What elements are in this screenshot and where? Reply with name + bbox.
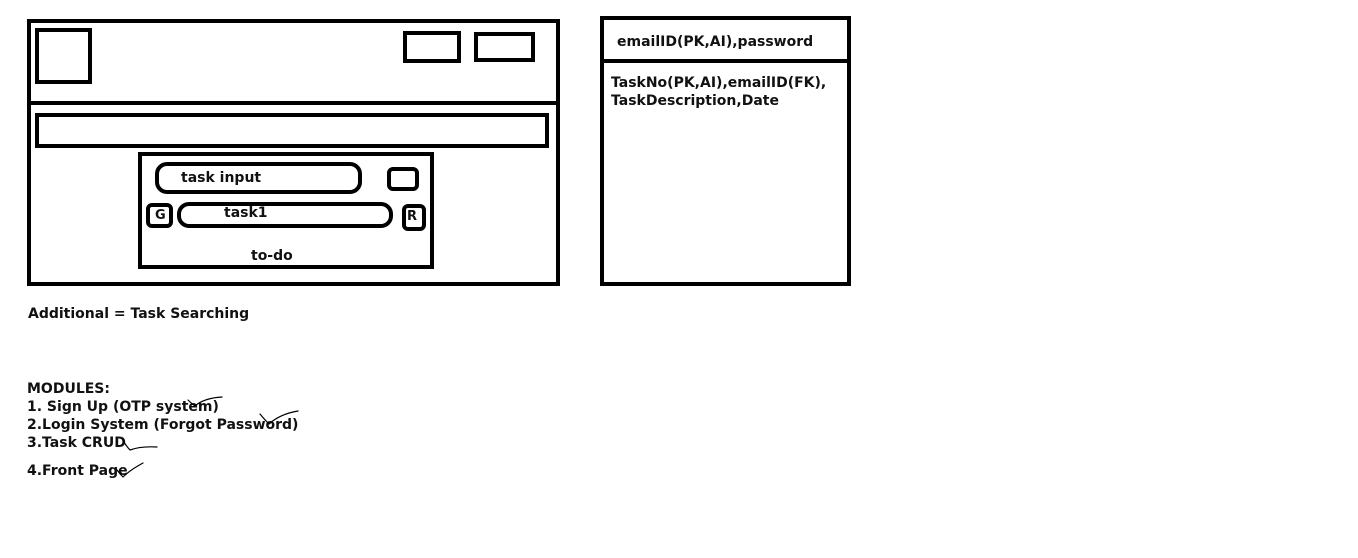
g-button-label: G xyxy=(155,208,166,223)
nav-button-placeholder-2 xyxy=(474,32,535,62)
task-item-placeholder xyxy=(177,202,393,228)
add-button-placeholder xyxy=(387,167,419,191)
task-item-label: task1 xyxy=(224,205,268,221)
schema-divider xyxy=(600,59,851,63)
nav-button-placeholder-1 xyxy=(403,31,461,63)
checkmark-icon xyxy=(122,439,158,451)
checkmark-icon xyxy=(116,462,144,478)
logo-placeholder xyxy=(35,28,92,84)
todo-label: to-do xyxy=(251,248,293,264)
users-table-schema: emailID(PK,AI),password xyxy=(617,34,814,50)
r-button-label: R xyxy=(407,209,418,224)
tasks-table-schema-line2: TaskDescription,Date xyxy=(611,93,779,109)
module-item: 3.Task CRUD xyxy=(27,435,126,451)
search-bar-placeholder xyxy=(35,113,549,148)
header-divider xyxy=(27,101,560,105)
checkmark-icon xyxy=(259,410,299,425)
tasks-table-schema-line1: TaskNo(PK,AI),emailID(FK), xyxy=(611,75,827,91)
module-item: 4.Front Page xyxy=(27,463,128,479)
checkmark-icon xyxy=(187,396,223,407)
database-schema-box xyxy=(600,16,851,286)
task-input-label: task input xyxy=(181,170,262,186)
additional-note: Additional = Task Searching xyxy=(28,306,250,322)
modules-title: MODULES: xyxy=(27,381,110,397)
